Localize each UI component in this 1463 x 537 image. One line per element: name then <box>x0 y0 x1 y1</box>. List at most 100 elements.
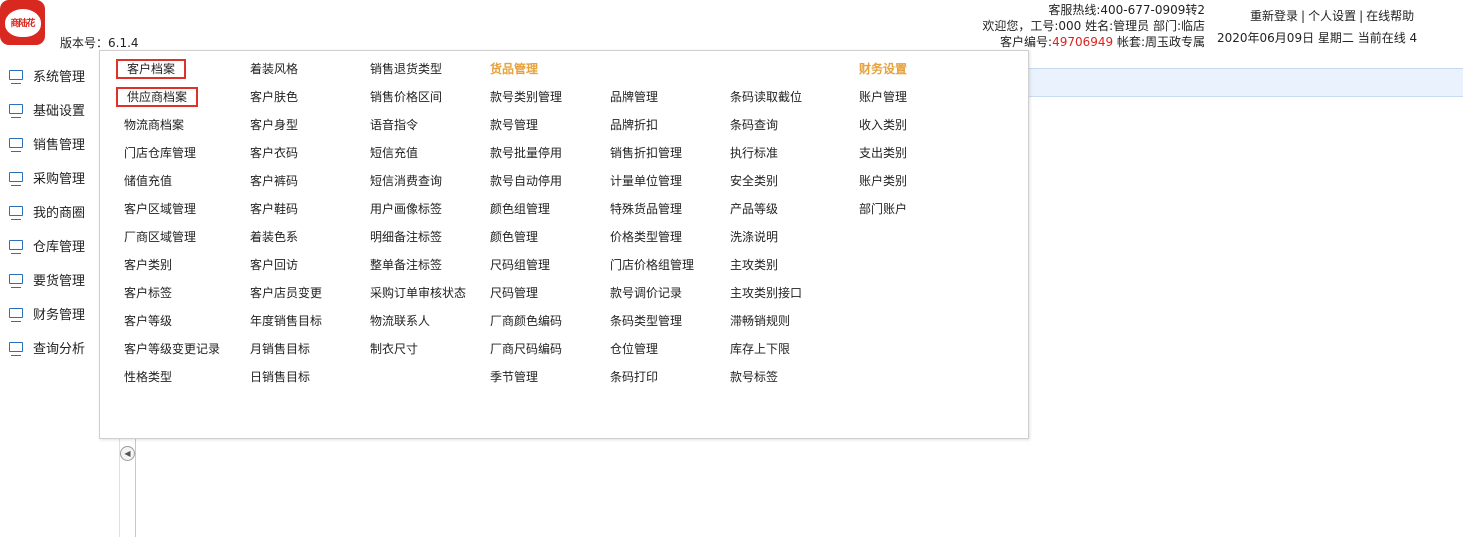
menu-item[interactable]: 门店价格组管理 <box>604 255 700 275</box>
monitor-icon <box>9 274 23 288</box>
menu-item[interactable]: 产品等级 <box>724 199 784 219</box>
menu-item[interactable]: 条码读取截位 <box>724 87 808 107</box>
content-header-bar <box>1028 68 1463 97</box>
splitter[interactable] <box>135 437 136 537</box>
menu-item[interactable]: 部门账户 <box>853 199 913 219</box>
menu-item[interactable]: 客户衣码 <box>244 143 304 163</box>
monitor-icon <box>9 172 23 186</box>
welcome-text: 欢迎您，工号:000 姓名:管理员 部门:临店 <box>982 19 1205 33</box>
menu-item[interactable]: 洗涤说明 <box>724 227 784 247</box>
version-label: 版本号：6.1.4 <box>60 36 139 50</box>
menu-item[interactable]: 客户档案 <box>116 59 187 79</box>
collapse-left-icon[interactable]: ◀ <box>120 446 135 461</box>
menu-item[interactable]: 语音指令 <box>364 115 424 135</box>
menu-item[interactable]: 销售折扣管理 <box>604 143 688 163</box>
menu-item[interactable]: 明细备注标签 <box>364 227 448 247</box>
menu-item[interactable]: 支出类别 <box>853 143 913 163</box>
menu-item[interactable]: 客户区域管理 <box>118 199 202 219</box>
menu-item[interactable]: 月销售目标 <box>244 339 316 359</box>
menu-item[interactable]: 着装色系 <box>244 227 304 247</box>
header-info: 客服热线:400-677-0909转2 欢迎您，工号:000 姓名:管理员 部门… <box>982 2 1205 50</box>
menu-item[interactable]: 客户鞋码 <box>244 199 304 219</box>
menu-item[interactable]: 账户类别 <box>853 171 913 191</box>
menu-item[interactable]: 客户类别 <box>118 255 178 275</box>
menu-item[interactable]: 品牌管理 <box>604 87 664 107</box>
menu-item[interactable]: 款号管理 <box>484 115 544 135</box>
monitor-icon <box>9 206 23 220</box>
menu-item[interactable]: 颜色组管理 <box>484 199 556 219</box>
menu-item[interactable]: 滞畅销规则 <box>724 311 796 331</box>
menu-item[interactable]: 主攻类别 <box>724 255 784 275</box>
customer-label: 客户编号: <box>1000 35 1053 49</box>
hotline-text: 客服热线:400-677-0909转2 <box>1048 3 1205 17</box>
menu-item[interactable]: 条码查询 <box>724 115 784 135</box>
menu-item[interactable]: 短信消费查询 <box>364 171 448 191</box>
app-logo: 商陆花 <box>0 0 45 45</box>
menu-item[interactable]: 制衣尺寸 <box>364 339 424 359</box>
menu-item[interactable]: 性格类型 <box>118 367 178 387</box>
menu-item[interactable]: 短信充值 <box>364 143 424 163</box>
menu-item[interactable]: 账户管理 <box>853 87 913 107</box>
menu-item[interactable]: 供应商档案 <box>116 87 199 107</box>
relogin-link[interactable]: 重新登录 <box>1250 9 1298 23</box>
menu-item[interactable]: 销售退货类型 <box>364 59 448 79</box>
menu-item[interactable]: 门店仓库管理 <box>118 143 202 163</box>
menu-item[interactable]: 价格类型管理 <box>604 227 688 247</box>
menu-item[interactable]: 物流联系人 <box>364 311 436 331</box>
customer-number: 49706949 <box>1052 35 1114 49</box>
customer-line: 客户编号:49706949 帐套:周玉政专属 <box>982 34 1205 50</box>
menu-item[interactable]: 整单备注标签 <box>364 255 448 275</box>
menu-item[interactable]: 日销售目标 <box>244 367 316 387</box>
monitor-icon <box>9 70 23 84</box>
menu-item[interactable]: 款号类别管理 <box>484 87 568 107</box>
menu-item[interactable]: 颜色管理 <box>484 227 544 247</box>
menu-item[interactable]: 款号批量停用 <box>484 143 568 163</box>
menu-item[interactable]: 客户标签 <box>118 283 178 303</box>
monitor-icon <box>9 104 23 118</box>
menu-item[interactable]: 储值充值 <box>118 171 178 191</box>
sidebar-item-label: 要货管理 <box>33 273 86 289</box>
menu-item[interactable]: 年度销售目标 <box>244 311 328 331</box>
menu-item[interactable]: 季节管理 <box>484 367 544 387</box>
finance-settings-header: 财务设置 <box>859 62 908 76</box>
menu-item[interactable]: 厂商区域管理 <box>118 227 202 247</box>
logo-text: 商陆花 <box>4 8 41 37</box>
menu-item[interactable]: 厂商颜色编码 <box>484 311 568 331</box>
menu-item[interactable]: 客户等级 <box>118 311 178 331</box>
menu-item[interactable]: 库存上下限 <box>724 339 796 359</box>
menu-item[interactable]: 款号自动停用 <box>484 171 568 191</box>
menu-item[interactable]: 客户肤色 <box>244 87 304 107</box>
menu-item[interactable]: 客户店员变更 <box>244 283 328 303</box>
menu-item[interactable]: 物流商档案 <box>118 115 190 135</box>
menu-item[interactable]: 客户回访 <box>244 255 304 275</box>
sidebar-item-label: 查询分析 <box>33 341 86 357</box>
menu-item[interactable]: 计量单位管理 <box>604 171 688 191</box>
menu-item[interactable]: 款号调价记录 <box>604 283 688 303</box>
menu-item[interactable]: 尺码管理 <box>484 283 544 303</box>
menu-item[interactable]: 主攻类别接口 <box>724 283 808 303</box>
menu-item[interactable]: 用户画像标签 <box>364 199 448 219</box>
menu-item[interactable]: 销售价格区间 <box>364 87 448 107</box>
online-help-link[interactable]: 在线帮助 <box>1366 9 1414 23</box>
personal-settings-link[interactable]: 个人设置 <box>1308 9 1356 23</box>
menu-item[interactable]: 仓位管理 <box>604 339 664 359</box>
menu-item[interactable]: 条码类型管理 <box>604 311 688 331</box>
menu-item[interactable]: 品牌折扣 <box>604 115 664 135</box>
menu-item[interactable]: 执行标准 <box>724 143 784 163</box>
menu-item[interactable]: 采购订单审核状态 <box>364 283 472 303</box>
header-links: 重新登录 | 个人设置 | 在线帮助 <box>1250 9 1415 23</box>
menu-item[interactable]: 条码打印 <box>604 367 664 387</box>
menu-item[interactable]: 厂商尺码编码 <box>484 339 568 359</box>
menu-item[interactable]: 收入类别 <box>853 115 913 135</box>
menu-item[interactable]: 款号标签 <box>724 367 784 387</box>
menu-item[interactable]: 安全类别 <box>724 171 784 191</box>
menu-item[interactable]: 尺码组管理 <box>484 255 556 275</box>
sidebar-item-label: 我的商圈 <box>33 205 86 221</box>
monitor-icon <box>9 138 23 152</box>
menu-item[interactable]: 客户身型 <box>244 115 304 135</box>
menu-item[interactable]: 客户裤码 <box>244 171 304 191</box>
menu-item[interactable]: 特殊货品管理 <box>604 199 688 219</box>
menu-item[interactable]: 客户等级变更记录 <box>118 339 226 359</box>
sidebar-item-label: 仓库管理 <box>33 239 86 255</box>
menu-item[interactable]: 着装风格 <box>244 59 304 79</box>
